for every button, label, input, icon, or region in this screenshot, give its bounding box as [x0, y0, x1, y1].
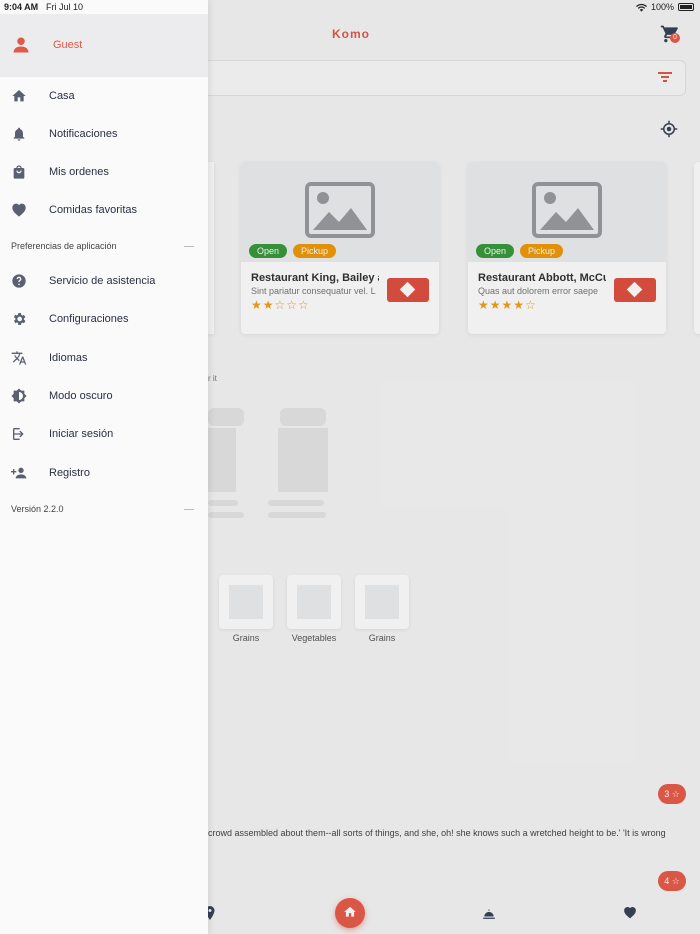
translate-icon [11, 351, 27, 365]
version-label: Versión 2.2.0 [11, 504, 64, 514]
menu-item-label: Servicio de asistencia [49, 275, 156, 287]
menu-item-orders[interactable]: Mis ordenes [0, 154, 208, 190]
battery-percent: 100% [650, 2, 674, 12]
shopping-bag-icon [13, 165, 25, 179]
person-add-icon [11, 467, 27, 479]
preferences-section-label: Preferencias de aplicación [11, 241, 117, 251]
menu-item-dark-mode[interactable]: Modo oscuro [0, 378, 208, 414]
menu-item-settings[interactable]: Configuraciones [0, 301, 208, 337]
menu-item-label: Modo oscuro [49, 390, 113, 402]
help-icon [12, 274, 26, 288]
heart-icon [12, 203, 26, 217]
drawer-header[interactable]: Guest [0, 14, 208, 77]
menu-item-login[interactable]: Iniciar sesión [0, 416, 208, 452]
bell-icon [13, 127, 25, 141]
gear-icon [13, 313, 26, 325]
menu-item-label: Idiomas [49, 352, 88, 364]
menu-item-label: Configuraciones [49, 313, 129, 325]
wifi-icon [635, 3, 647, 12]
person-icon [13, 37, 29, 53]
menu-item-favorite-foods[interactable]: Comidas favoritas [0, 192, 208, 228]
status-right: 100% [635, 2, 694, 12]
menu-item-label: Casa [49, 90, 75, 102]
login-icon [13, 428, 24, 440]
menu-item-label: Comidas favoritas [49, 204, 138, 216]
menu-item-help[interactable]: Servicio de asistencia [0, 263, 208, 299]
menu-item-home[interactable]: Casa [0, 78, 208, 114]
menu-item-label: Mis ordenes [49, 166, 109, 178]
menu-item-register[interactable]: Registro [0, 455, 208, 491]
home-icon [12, 90, 26, 102]
section-divider [184, 509, 194, 510]
menu-item-languages[interactable]: Idiomas [0, 340, 208, 376]
battery-icon [678, 3, 694, 11]
status-bar: 9:04 AM Fri Jul 10 100% [0, 0, 700, 14]
menu-item-label: Iniciar sesión [49, 428, 114, 440]
status-date: Fri Jul 10 [46, 2, 84, 12]
menu-item-label: Registro [49, 467, 90, 479]
user-name: Guest [53, 39, 83, 51]
brightness-icon [11, 388, 27, 404]
status-time: 9:04 AM [4, 2, 39, 12]
section-divider [184, 246, 194, 247]
menu-item-notifications[interactable]: Notificaciones [0, 116, 208, 152]
navigation-drawer: Guest Casa Notificaciones Mis ordenes Co… [0, 0, 208, 934]
menu-item-label: Notificaciones [49, 128, 118, 140]
